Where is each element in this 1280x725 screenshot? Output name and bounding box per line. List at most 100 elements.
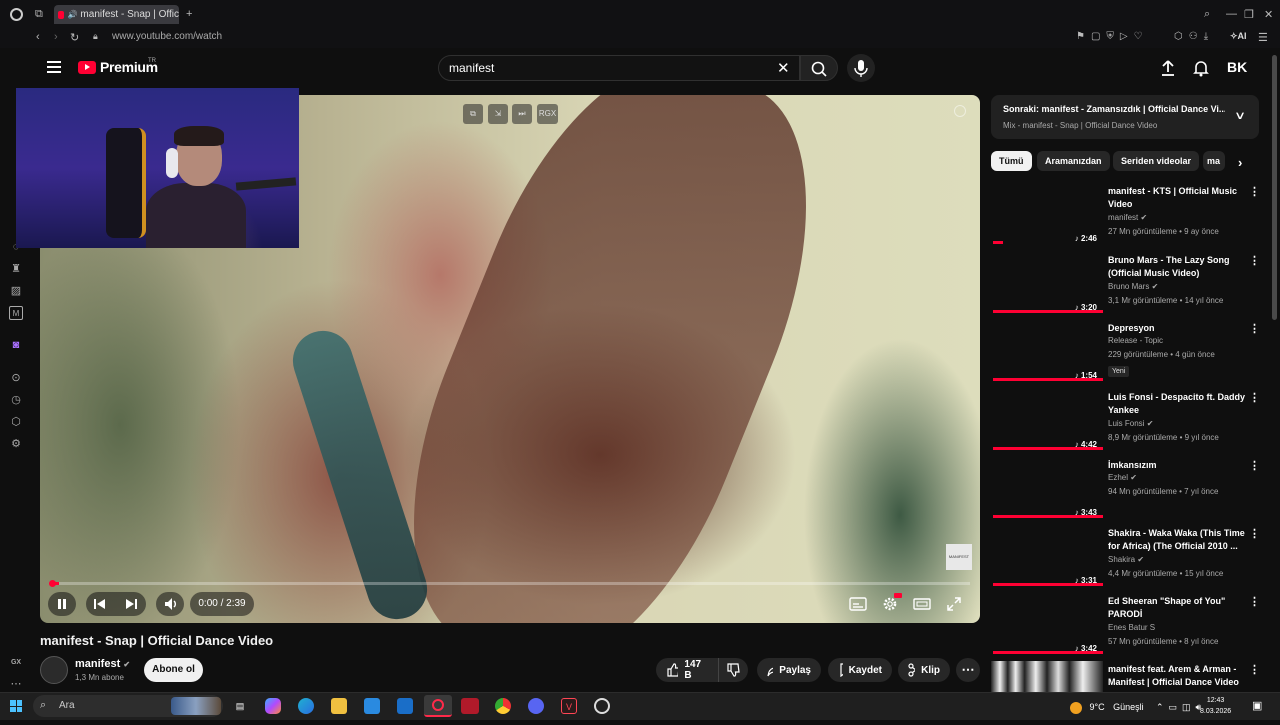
next-up-box[interactable] xyxy=(991,95,1259,139)
fullscreen-button[interactable] xyxy=(944,594,964,614)
recommendation-title[interactable]: Bruno Mars - The Lazy Song (Official Mus… xyxy=(1108,254,1248,280)
recommendation-item[interactable]: ♪ 4:42 Luis Fonsi - Despacito ft. Daddy Y… xyxy=(991,389,1265,453)
account-avatar[interactable]: BK xyxy=(1227,59,1247,75)
more-options-icon[interactable]: ⋮ xyxy=(1249,459,1260,472)
recommendation-channel[interactable]: Ezhel ✔ xyxy=(1108,473,1137,482)
notifications-button[interactable] xyxy=(1193,59,1209,77)
upload-button[interactable] xyxy=(1160,59,1176,77)
expand-chevron-icon[interactable]: ∨ xyxy=(1234,109,1246,122)
minimize-icon[interactable]: — xyxy=(1226,8,1237,20)
sidebar-item-extensions-icon[interactable]: ⬡ xyxy=(9,415,23,429)
workspaces-icon[interactable]: ⧉ xyxy=(35,8,43,21)
recommendation-title[interactable]: manifest - KTS | Official Music Video xyxy=(1108,185,1248,211)
edge-icon[interactable] xyxy=(298,698,314,714)
voice-app-icon[interactable] xyxy=(461,698,479,714)
clear-search-icon[interactable]: ✕ xyxy=(777,59,790,77)
restore-icon[interactable]: ❐ xyxy=(1244,8,1254,21)
recommendation-channel[interactable]: Luis Fonsi ✔ xyxy=(1108,419,1153,428)
back-icon[interactable]: ‹ xyxy=(36,31,40,43)
recommendation-title[interactable]: İmkansızım xyxy=(1108,459,1248,472)
chips-next-icon[interactable]: › xyxy=(1238,155,1242,170)
search-tabs-icon[interactable]: ⌕ xyxy=(1204,8,1210,21)
opera-logo-icon[interactable] xyxy=(10,8,23,21)
save-button[interactable]: Kaydet xyxy=(828,658,892,682)
opera-gx-taskbar-icon[interactable] xyxy=(424,695,452,717)
task-view-icon[interactable]: ▤ xyxy=(232,698,248,714)
miniplayer-icon[interactable]: ⧉ xyxy=(463,104,483,124)
search-input[interactable]: manifest xyxy=(449,61,494,75)
discord-icon[interactable] xyxy=(528,698,544,714)
close-window-icon[interactable]: ✕ xyxy=(1264,8,1273,21)
chip-more[interactable]: ma xyxy=(1203,151,1225,171)
sidebar-item-settings-icon[interactable]: ⚙ xyxy=(9,437,23,451)
taskbar-search[interactable]: ⌕ Ara xyxy=(33,695,223,717)
chip-from-search[interactable]: Aramanızdan xyxy=(1037,151,1110,171)
url-field[interactable]: www.youtube.com/watch xyxy=(112,31,222,42)
page-scrollbar[interactable] xyxy=(1272,55,1277,320)
pause-button[interactable] xyxy=(48,592,76,616)
taskbar-clock[interactable]: 12:43 8.03.2026 xyxy=(1200,695,1231,717)
copilot-icon[interactable] xyxy=(265,698,281,714)
recommendation-item[interactable]: ♪ 2:46 manifest - KTS | Official Music Vi… xyxy=(991,183,1265,247)
clip-button[interactable]: Klip xyxy=(898,658,950,682)
weather-widget[interactable]: 9°C Güneşli xyxy=(1070,702,1144,714)
windows-start-icon[interactable] xyxy=(10,700,22,712)
chip-all[interactable]: Tümü xyxy=(991,151,1032,171)
more-options-icon[interactable]: ⋮ xyxy=(1249,254,1260,267)
more-options-icon[interactable]: ⋮ xyxy=(1249,663,1260,676)
search-button[interactable] xyxy=(800,55,838,81)
outlook-icon[interactable] xyxy=(397,698,413,714)
popout-icon[interactable]: ⇲ xyxy=(488,104,508,124)
more-options-icon[interactable]: ⋮ xyxy=(1249,595,1260,608)
more-options-icon[interactable]: ⋮ xyxy=(1249,527,1260,540)
settings-button[interactable] xyxy=(880,593,902,614)
sidebar-item-news-icon[interactable]: ▨ xyxy=(9,284,23,298)
channel-avatar[interactable] xyxy=(40,656,68,684)
recommendation-title[interactable]: Depresyon xyxy=(1108,322,1248,335)
tab-youtube[interactable]: 🔊 manifest - Snap | Offic xyxy=(54,5,179,24)
recommendation-item[interactable]: ♪ 3:42 Ed Sheeran "Shape of You" PARODİ En… xyxy=(991,593,1265,657)
obs-icon[interactable] xyxy=(594,698,610,714)
sidebar-item-twitch-icon[interactable]: ◙ xyxy=(9,338,23,352)
sidebar-item-m-icon[interactable]: M xyxy=(9,306,23,320)
voice-search-button[interactable] xyxy=(847,54,875,82)
aria-ai-button[interactable]: ✧AI xyxy=(1230,31,1247,42)
recommendation-item[interactable]: ♪ 3:20 Bruno Mars - The Lazy Song (Offici… xyxy=(991,252,1265,316)
subscribe-button[interactable]: Abone ol xyxy=(144,658,203,682)
menu-icon[interactable]: ☰ xyxy=(1258,31,1268,44)
file-explorer-icon[interactable] xyxy=(331,698,347,714)
sidebar-item-gx-control-icon[interactable]: ♜ xyxy=(9,262,23,276)
recommendation-title[interactable]: Luis Fonsi - Despacito ft. Daddy Yankee xyxy=(1108,391,1248,417)
skip-icon[interactable]: ⏭ xyxy=(512,104,532,124)
address-tools-icons[interactable]: ⚑▢⛨▷♡ xyxy=(1076,31,1149,42)
recommendation-channel[interactable]: Enes Batur S xyxy=(1108,623,1155,632)
prev-button[interactable] xyxy=(86,592,146,616)
chip-series[interactable]: Seriden videolar xyxy=(1113,151,1200,171)
dislike-button[interactable] xyxy=(718,658,748,682)
recommendation-title[interactable]: Ed Sheeran "Shape of You" PARODİ xyxy=(1108,595,1248,621)
guide-menu-icon[interactable] xyxy=(47,61,61,73)
recommendation-title[interactable]: Shakira - Waka Waka (This Time for Afric… xyxy=(1108,527,1248,553)
progress-bar[interactable] xyxy=(50,582,970,585)
recommendation-item[interactable]: ♪ 3:43 İmkansızım Ezhel ✔ 94 Mn görüntüleme… xyxy=(991,457,1265,521)
more-actions-button[interactable]: ⋯ xyxy=(956,658,980,682)
recommendation-title[interactable]: manifest feat. Arem & Arman - Manifest |… xyxy=(1108,663,1248,689)
toolbar-icons[interactable]: ⬡⚇⤓ xyxy=(1174,31,1214,42)
youtube-premium-logo[interactable]: Premium xyxy=(78,59,158,75)
speed-button[interactable]: RGX xyxy=(537,104,558,124)
recommendation-channel[interactable]: manifest ✔ xyxy=(1108,213,1147,222)
notification-center-icon[interactable]: ▣ xyxy=(1252,699,1262,712)
recommendation-channel[interactable]: Release - Topic xyxy=(1108,336,1163,345)
new-tab-icon[interactable]: + xyxy=(186,8,192,20)
recommendation-item[interactable]: ♪ 1:54 Depresyon Release - Topic 229 görünt… xyxy=(991,320,1265,384)
subtitles-button[interactable] xyxy=(848,594,868,614)
like-button[interactable]: 147 B xyxy=(656,658,718,682)
progress-scrubber[interactable] xyxy=(49,580,56,587)
info-icon[interactable] xyxy=(954,105,966,117)
valorant-icon[interactable]: V xyxy=(561,698,577,714)
more-options-icon[interactable]: ⋮ xyxy=(1249,185,1260,198)
channel-watermark[interactable]: MANIFEST xyxy=(946,544,972,570)
sidebar-more-icon[interactable]: ⋯ xyxy=(9,677,23,691)
recommendation-item[interactable]: ♪ 3:31 Shakira - Waka Waka (This Time for… xyxy=(991,525,1265,589)
sidebar-item-player-icon[interactable]: ⊙ xyxy=(9,371,23,385)
